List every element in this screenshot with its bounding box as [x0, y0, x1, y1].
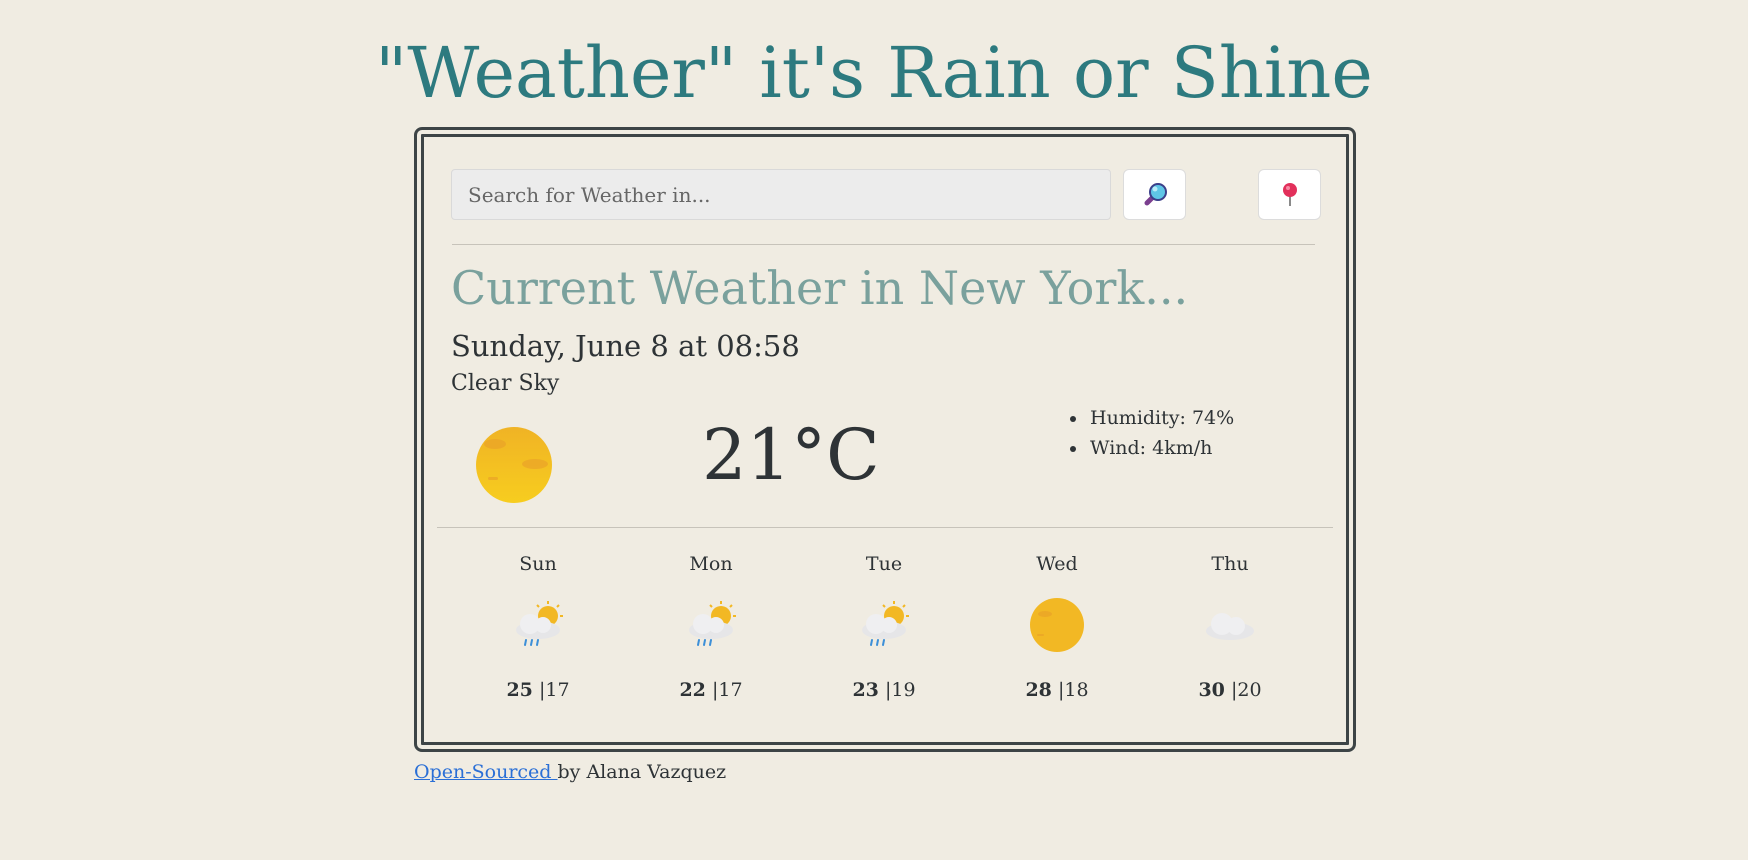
forecast-day-name: Sun: [519, 553, 557, 575]
magnifier-icon: [1144, 182, 1167, 205]
open-sourced-link[interactable]: Open-Sourced: [414, 761, 558, 783]
forecast-max: 30: [1198, 679, 1225, 701]
cloud-icon: [1206, 613, 1254, 640]
forecast-max: 25: [506, 679, 533, 701]
divider: [437, 527, 1333, 528]
app-title: "Weather" it's Rain or Shine: [375, 32, 1373, 114]
rain-sun-icon: [689, 601, 736, 646]
forecast-max: 22: [679, 679, 706, 701]
sun-icon: [1030, 598, 1084, 652]
forecast-day: Wed 28 |18: [997, 550, 1117, 704]
forecast-day-name: Wed: [1036, 553, 1078, 575]
humidity: Humidity: 74%: [1069, 403, 1234, 433]
current-date: Sunday, June 8 at 08:58: [451, 329, 800, 363]
search-button[interactable]: [1123, 169, 1186, 220]
forecast-min: |17: [538, 679, 570, 701]
forecast-min: |19: [884, 679, 916, 701]
forecast-temps: 28 |18: [997, 676, 1117, 704]
forecast-day-name: Mon: [689, 553, 733, 575]
forecast-min: |20: [1230, 679, 1262, 701]
divider: [452, 244, 1315, 245]
forecast-max: 23: [852, 679, 879, 701]
forecast-max: 28: [1025, 679, 1052, 701]
current-location-button[interactable]: [1258, 169, 1321, 220]
search-input[interactable]: [451, 169, 1111, 220]
forecast-temps: 30 |20: [1170, 676, 1290, 704]
weather-condition: Clear Sky: [451, 371, 560, 396]
forecast-temps: 22 |17: [651, 676, 771, 704]
sun-icon: [476, 427, 552, 503]
forecast-temps: 25 |17: [478, 676, 598, 704]
footer: Open-Sourced by Alana Vazquez: [414, 758, 726, 786]
forecast-temps: 23 |19: [824, 676, 944, 704]
current-temperature: 21°C: [702, 414, 880, 496]
footer-credit: by Alana Vazquez: [557, 761, 727, 783]
forecast-day: Sun 25 |17: [478, 550, 598, 704]
forecast-day: Mon 22 |17: [651, 550, 771, 704]
weather-details: Humidity: 74% Wind: 4km/h: [1069, 403, 1234, 463]
forecast-min: |18: [1057, 679, 1089, 701]
forecast-day: Tue 23 |19: [824, 550, 944, 704]
wind: Wind: 4km/h: [1069, 433, 1234, 463]
forecast-min: |17: [711, 679, 743, 701]
pin-icon: [1282, 182, 1297, 206]
forecast-day: Thu 30 |20: [1170, 550, 1290, 704]
forecast-day-name: Tue: [865, 553, 903, 575]
forecast-day-name: Thu: [1211, 553, 1249, 575]
rain-sun-icon: [862, 601, 909, 646]
current-weather-heading: Current Weather in New York...: [451, 261, 1189, 315]
rain-sun-icon: [516, 601, 563, 646]
